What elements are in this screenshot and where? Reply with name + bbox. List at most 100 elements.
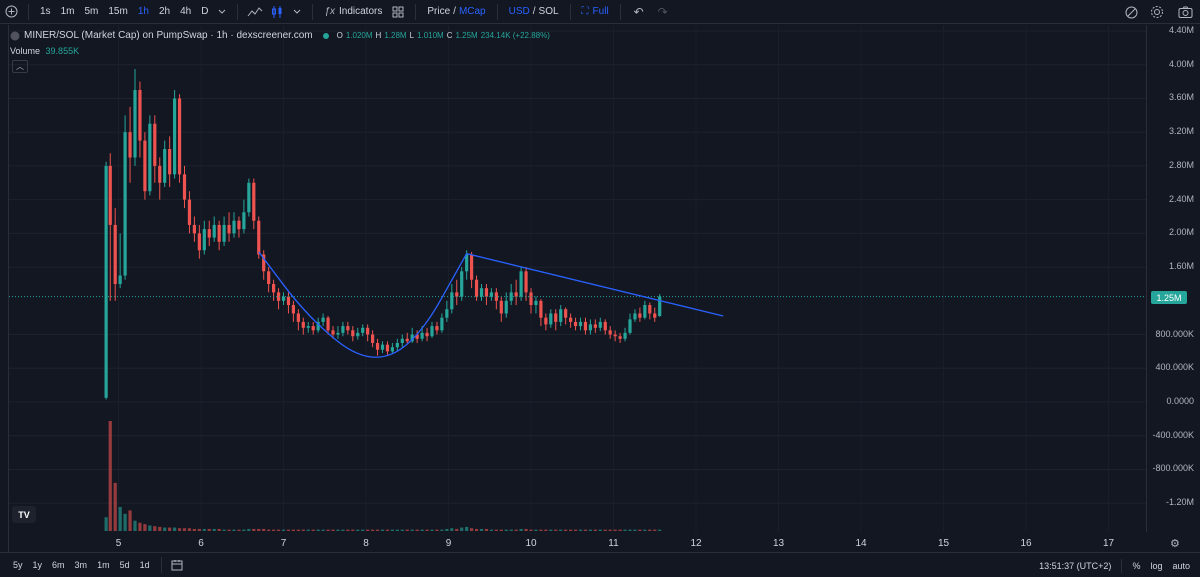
range-1y[interactable]: 1y bbox=[28, 560, 48, 570]
range-buttons: 5y 1y 6m 3m 1m 5d 1d bbox=[8, 560, 155, 570]
chevron-up-icon: ︿ bbox=[16, 62, 24, 71]
time-axis[interactable] bbox=[0, 532, 1146, 552]
volume-bar bbox=[405, 529, 409, 531]
volume-bar bbox=[499, 529, 503, 531]
candle-body bbox=[608, 330, 612, 335]
toolbar-right bbox=[1118, 0, 1200, 24]
volume-bar bbox=[108, 421, 112, 531]
timeframe-15m[interactable]: 15m bbox=[103, 0, 132, 24]
add-symbol-icon[interactable] bbox=[0, 0, 22, 24]
candles-type-icon[interactable] bbox=[266, 0, 288, 24]
candle-body bbox=[425, 332, 429, 337]
sol-option[interactable]: SOL bbox=[539, 6, 559, 17]
time-tick-label: 7 bbox=[280, 538, 287, 549]
volume-bar bbox=[410, 529, 414, 531]
candle-body bbox=[559, 309, 563, 322]
volume-bar bbox=[569, 529, 573, 531]
volume-bar bbox=[578, 529, 583, 531]
candle-body bbox=[237, 220, 241, 230]
range-3m[interactable]: 3m bbox=[70, 560, 93, 570]
left-strip bbox=[0, 25, 9, 552]
timeframe-5m[interactable]: 5m bbox=[79, 0, 103, 24]
log-toggle[interactable]: log bbox=[1150, 561, 1162, 571]
volume-bar bbox=[544, 529, 548, 531]
candle-body bbox=[460, 271, 464, 297]
chart-pane[interactable] bbox=[9, 25, 1146, 532]
timeframe-1h[interactable]: 1h bbox=[133, 0, 154, 24]
calendar-icon[interactable] bbox=[168, 553, 186, 577]
volume-bar bbox=[272, 529, 276, 531]
undo-icon[interactable]: ↶ bbox=[627, 0, 651, 24]
timeframe-2h[interactable]: 2h bbox=[154, 0, 175, 24]
candle-body bbox=[573, 321, 578, 327]
range-6m[interactable]: 6m bbox=[47, 560, 70, 570]
candle-body bbox=[361, 327, 365, 333]
percent-toggle[interactable]: % bbox=[1132, 561, 1140, 571]
time-tick-label: 16 bbox=[1020, 538, 1032, 549]
volume-legend: Volume 39.855K bbox=[10, 46, 79, 56]
candle-body bbox=[400, 338, 404, 343]
auto-toggle[interactable]: auto bbox=[1172, 561, 1190, 571]
price-tick-label: -400.000K bbox=[1152, 429, 1194, 440]
toolbar-divider bbox=[237, 3, 239, 20]
price-mcap-toggle[interactable]: Price / MCap bbox=[422, 0, 490, 24]
volume-bar bbox=[440, 529, 444, 531]
volume-bar bbox=[128, 510, 132, 531]
candle-body bbox=[593, 324, 597, 328]
time-tick-label: 10 bbox=[525, 538, 537, 549]
timeframe-4h[interactable]: 4h bbox=[175, 0, 196, 24]
candle-body bbox=[534, 300, 538, 306]
tradingview-logo[interactable]: TV bbox=[12, 506, 36, 523]
usd-option[interactable]: USD bbox=[509, 6, 530, 17]
token-icon bbox=[10, 31, 20, 40]
timeframe-D[interactable]: D bbox=[196, 0, 213, 24]
volume-bar bbox=[608, 529, 612, 531]
clock[interactable]: 13:51:37 (UTC+2) bbox=[1039, 561, 1111, 571]
volume-bar bbox=[653, 529, 657, 531]
volume-bar bbox=[296, 529, 300, 531]
chevron-down-icon[interactable] bbox=[213, 0, 231, 24]
timeframe-1m[interactable]: 1m bbox=[56, 0, 80, 24]
templates-grid-icon[interactable] bbox=[387, 0, 409, 24]
volume-bar bbox=[138, 522, 142, 531]
price-axis[interactable]: 4.40M 4.00M 3.60M 3.20M 2.80M 2.40M 2.00M 1.60M… bbox=[1146, 25, 1200, 532]
volume-label: Volume bbox=[10, 46, 41, 56]
chart-svg[interactable] bbox=[9, 25, 1146, 532]
range-1d[interactable]: 1d bbox=[135, 560, 155, 570]
axis-settings-icon[interactable]: ⚙ bbox=[1170, 537, 1180, 550]
collapse-legend-button[interactable]: ︿ bbox=[12, 60, 28, 73]
gear-icon[interactable] bbox=[1144, 0, 1170, 24]
bottom-right: 13:51:37 (UTC+2) % log auto bbox=[1039, 553, 1190, 577]
usd-sol-toggle[interactable]: USD / SOL bbox=[504, 0, 564, 24]
camera-icon[interactable] bbox=[1170, 0, 1200, 24]
range-1m[interactable]: 1m bbox=[92, 560, 115, 570]
candle-body bbox=[385, 344, 390, 352]
volume-bar bbox=[474, 528, 479, 531]
candle-body bbox=[445, 309, 449, 318]
candle-body bbox=[301, 321, 305, 328]
indicators-button[interactable]: ƒx Indicators bbox=[319, 0, 387, 24]
volume-bar bbox=[445, 528, 449, 531]
volume-bar bbox=[346, 529, 350, 531]
range-5d[interactable]: 5d bbox=[115, 560, 135, 570]
candle-body bbox=[638, 313, 642, 318]
candle-body bbox=[643, 305, 647, 318]
candle-body bbox=[623, 332, 627, 339]
time-tick-label: 12 bbox=[690, 538, 702, 549]
volume-bar bbox=[361, 529, 365, 531]
redo-icon[interactable]: ↷ bbox=[651, 0, 675, 24]
candle-body bbox=[326, 317, 330, 331]
candle-body bbox=[272, 283, 276, 293]
candle-body bbox=[390, 347, 394, 352]
volume-bar bbox=[182, 528, 187, 531]
candle-body bbox=[108, 165, 112, 225]
timeframe-1s[interactable]: 1s bbox=[35, 0, 56, 24]
line-chart-icon[interactable] bbox=[244, 0, 266, 24]
full-button[interactable]: ⛶ Full bbox=[577, 0, 614, 24]
candle-body bbox=[380, 344, 385, 350]
mcap-option[interactable]: MCap bbox=[459, 6, 486, 17]
price-option[interactable]: Price bbox=[427, 6, 450, 17]
chevron-down-icon[interactable] bbox=[288, 0, 306, 24]
object-tree-icon[interactable] bbox=[1118, 0, 1144, 24]
range-5y[interactable]: 5y bbox=[8, 560, 28, 570]
